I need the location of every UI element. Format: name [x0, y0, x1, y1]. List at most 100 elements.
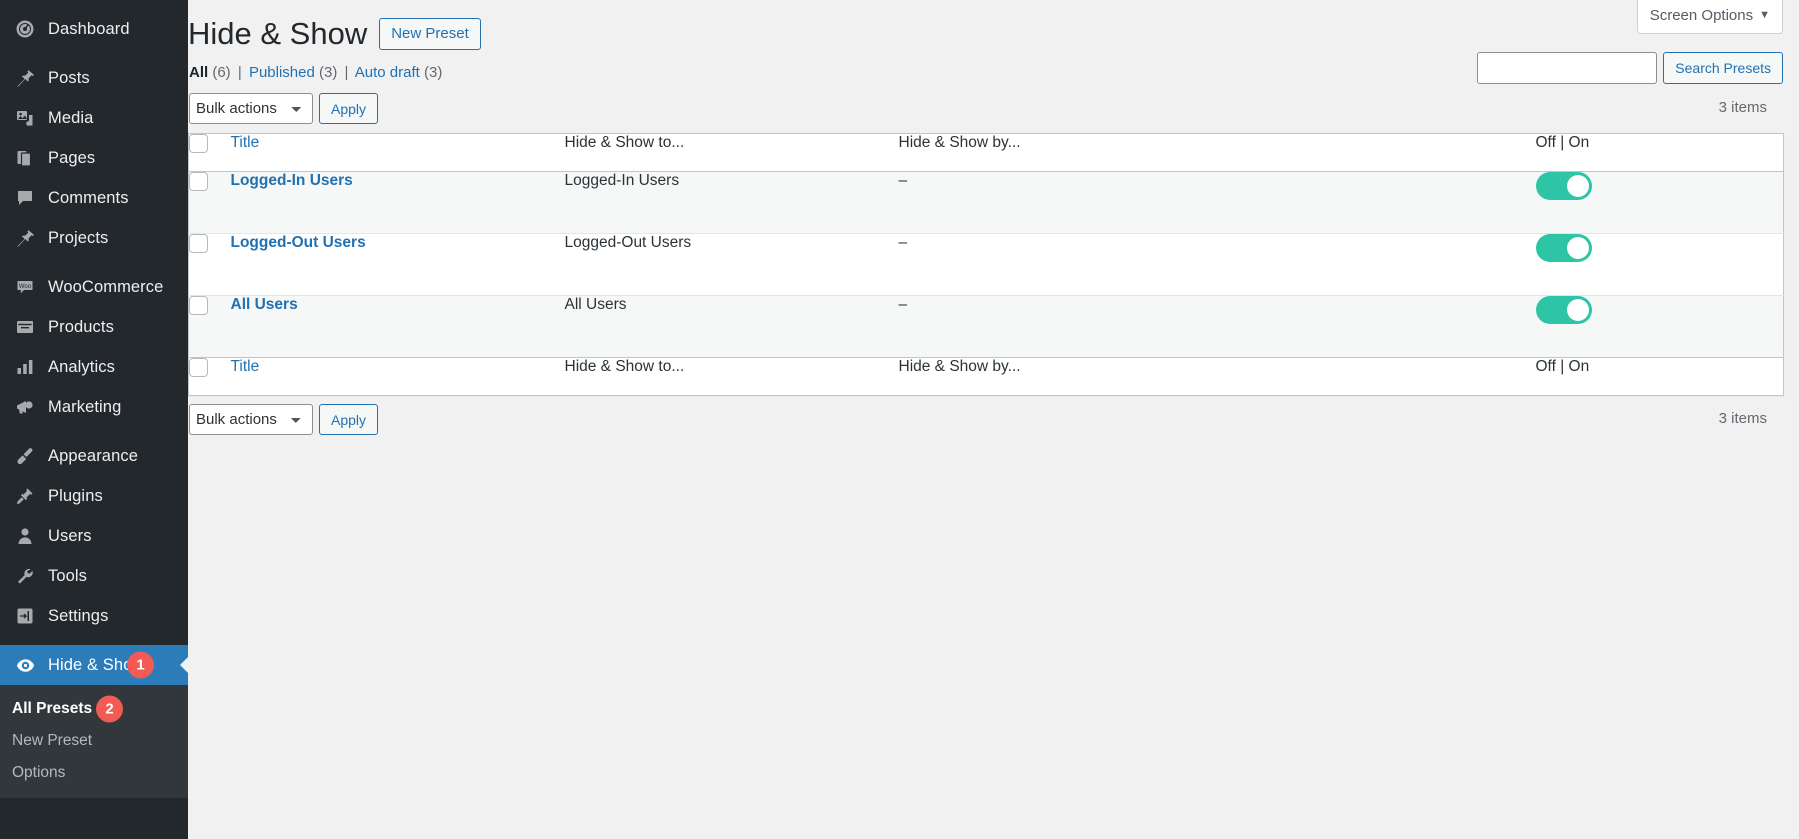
sidebar-item-pages[interactable]: Pages — [0, 138, 188, 178]
bulk-actions-select-bottom[interactable]: Bulk actions — [189, 404, 313, 435]
sidebar-item-label: Comments — [48, 188, 129, 207]
column-header-hide-show-by: Hide & Show by... — [898, 133, 1536, 172]
preset-toggle-switch[interactable] — [1535, 172, 1592, 200]
sidebar-item-label: Pages — [48, 148, 96, 167]
sidebar-item-posts[interactable]: Posts — [0, 58, 188, 98]
table-row: Logged-Out Users Logged-Out Users – — [188, 233, 1784, 296]
toggle-knob — [1566, 175, 1589, 197]
sidebar-subitem-all-presets[interactable]: All Presets 2 — [0, 693, 188, 725]
sidebar-item-marketing[interactable]: Marketing — [0, 387, 188, 427]
row-checkbox[interactable] — [189, 296, 208, 315]
table-header-row: Title Hide & Show to... Hide & Show by..… — [188, 133, 1784, 172]
displaying-num-top: 3 items — [1718, 99, 1767, 116]
preset-link[interactable]: Logged-Out Users — [231, 234, 366, 251]
view-separator: | — [344, 64, 349, 81]
row-title-cell: Logged-Out Users — [230, 233, 565, 296]
search-input[interactable] — [1477, 52, 1658, 84]
preset-toggle-switch[interactable] — [1535, 234, 1592, 262]
sidebar-item-products[interactable]: Products — [0, 307, 188, 347]
row-hide-show-to-cell: All Users — [564, 296, 627, 313]
search-form: Search Presets — [1477, 52, 1783, 84]
displaying-num-bottom: 3 items — [1718, 410, 1767, 427]
row-checkbox[interactable] — [189, 234, 208, 253]
sidebar-subitem-options[interactable]: Options — [0, 757, 188, 789]
column-footer-title[interactable]: Title — [230, 357, 565, 396]
view-count-published: (3) — [319, 64, 338, 81]
view-filter-auto-draft[interactable]: Auto draft — [355, 64, 420, 81]
row-toggle-cell — [1535, 171, 1784, 234]
sidebar-item-plugins[interactable]: Plugins — [0, 476, 188, 516]
row-hide-show-to-cell: Logged-In Users — [564, 171, 899, 234]
page-title: Hide & Show — [188, 16, 368, 51]
row-toggle-cell — [1535, 296, 1784, 358]
svg-text:Woo: Woo — [19, 284, 32, 290]
sidebar-item-appearance[interactable]: Appearance — [0, 436, 188, 476]
bulk-actions-top: Bulk actions Apply — [189, 93, 379, 124]
sidebar-item-settings[interactable]: Settings — [0, 596, 188, 636]
row-hide-show-by-cell: – — [898, 296, 908, 313]
comments-icon — [10, 187, 40, 209]
sidebar-item-hide-and-show[interactable]: Hide & Show 1 — [0, 645, 189, 685]
sidebar-subitem-label: Options — [12, 764, 66, 781]
sidebar-item-analytics[interactable]: Analytics — [0, 347, 188, 387]
select-all-checkbox-top[interactable] — [189, 134, 208, 153]
sidebar-item-dashboard[interactable]: Dashboard — [0, 9, 188, 49]
view-filter-published[interactable]: Published — [249, 64, 315, 81]
woocommerce-icon: Woo — [10, 276, 40, 298]
screen-options-toggle[interactable]: Screen Options ▼ — [1636, 0, 1783, 34]
toggle-knob — [1566, 299, 1589, 321]
sidebar-submenu-hide-and-show: All Presets 2 New Preset Options — [0, 685, 188, 798]
sidebar-item-media[interactable]: Media — [0, 98, 188, 138]
sidebar-item-tools[interactable]: Tools — [0, 556, 188, 596]
row-hide-show-to-cell: Logged-Out Users — [564, 233, 899, 296]
column-footer-off-on: Off | On — [1535, 357, 1784, 396]
apply-button-bottom[interactable]: Apply — [319, 404, 379, 435]
table-foot: Title Hide & Show to... Hide & Show by..… — [188, 357, 1784, 396]
row-title-cell: Logged-In Users — [230, 171, 565, 234]
table-row: All Users All Users – — [188, 295, 1784, 358]
bulk-actions-select-top[interactable]: Bulk actions — [189, 93, 313, 124]
preset-link[interactable]: Logged-In Users — [231, 172, 353, 189]
tablenav-bottom: Bulk actions Apply 3 items — [188, 404, 1783, 440]
sidebar-item-woocommerce[interactable]: Woo WooCommerce — [0, 267, 188, 307]
sidebar-item-label: Dashboard — [48, 19, 130, 38]
select-all-checkbox-bottom[interactable] — [189, 358, 208, 377]
row-checkbox[interactable] — [189, 172, 208, 191]
sidebar-item-comments[interactable]: Comments — [0, 178, 188, 218]
sidebar-group-content: Posts Media Pages Comments Projects — [0, 58, 188, 258]
sidebar-item-label: Settings — [48, 606, 109, 625]
new-preset-button[interactable]: New Preset — [379, 18, 481, 51]
column-header-title[interactable]: Title — [230, 133, 565, 172]
products-icon — [10, 316, 40, 338]
sidebar-item-label: Marketing — [48, 397, 122, 416]
search-presets-button[interactable]: Search Presets — [1663, 52, 1783, 84]
sidebar-item-users[interactable]: Users — [0, 516, 188, 556]
screen-options-label: Screen Options — [1649, 7, 1754, 24]
sidebar-badge-2: 2 — [96, 695, 123, 723]
sidebar-item-label: Projects — [48, 228, 109, 247]
sidebar-subitem-label: New Preset — [12, 732, 93, 749]
sidebar-item-label: Media — [48, 108, 94, 127]
row-title-cell: All Users — [231, 296, 565, 358]
media-icon — [10, 107, 40, 129]
view-filter-all[interactable]: All — [189, 64, 208, 81]
sidebar-item-label: Tools — [48, 566, 88, 585]
row-hide-show-by-cell: – — [898, 233, 1536, 296]
pin-icon — [10, 67, 40, 89]
sidebar-subitem-new-preset[interactable]: New Preset — [0, 725, 188, 757]
toggle-knob — [1566, 237, 1589, 259]
dashboard-icon — [10, 18, 40, 40]
preset-link[interactable]: All Users — [231, 296, 298, 313]
chevron-down-icon: ▼ — [1759, 9, 1770, 21]
view-count-all: (6) — [212, 64, 231, 81]
apply-button-top[interactable]: Apply — [319, 93, 379, 124]
row-toggle-cell — [1535, 233, 1784, 296]
sidebar-item-label: Plugins — [48, 486, 103, 505]
row-select-cell — [188, 233, 231, 296]
preset-toggle-switch[interactable] — [1535, 296, 1592, 324]
sidebar-item-projects[interactable]: Projects — [0, 218, 188, 258]
sidebar-item-label: Posts — [48, 68, 90, 87]
sidebar-group-main: Dashboard — [0, 9, 188, 49]
